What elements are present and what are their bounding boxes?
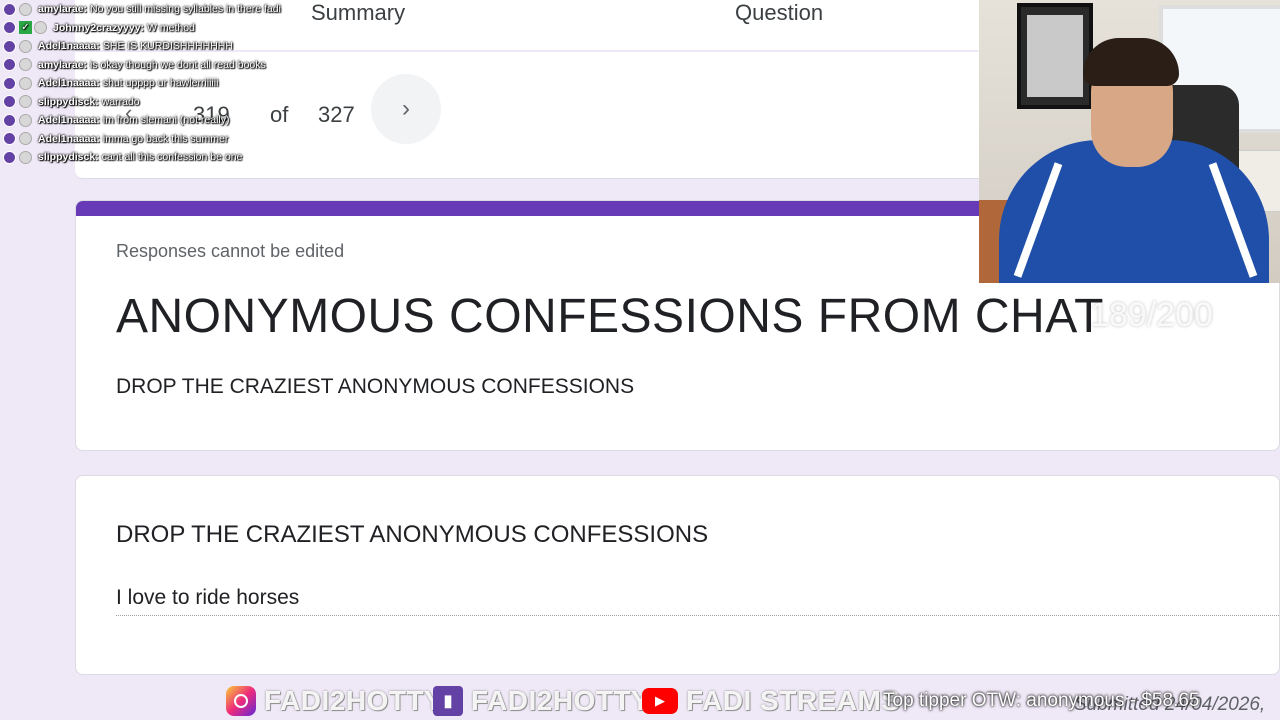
chat-username: slippydisck: [38, 151, 99, 164]
user-badge-icon [19, 95, 32, 109]
tab-summary[interactable]: Summary [311, 0, 405, 26]
twitch-badge-icon [3, 21, 16, 35]
form-title: ANONYMOUS CONFESSIONS FROM CHAT [116, 290, 1104, 343]
stream-chat-overlay: amylarae: No you still missing syllables… [0, 0, 320, 167]
chat-message: amylarae: No you still missing syllables… [0, 0, 320, 19]
youtube-name: FADI STREAMS [686, 685, 901, 716]
user-badge-icon [19, 39, 32, 53]
user-badge-icon [34, 21, 47, 35]
user-badge-icon [19, 2, 32, 16]
chat-username: Adel1naaaa: [38, 40, 100, 53]
twitch-badge-icon [3, 150, 16, 164]
chat-username: amylarae: [38, 3, 88, 16]
wall-poster [1017, 3, 1093, 109]
user-badge-icon [19, 58, 32, 72]
chat-text: is okay though we dont all read books [90, 58, 266, 71]
twitch-badge-icon [3, 76, 16, 90]
question-title: DROP THE CRAZIEST ANONYMOUS CONFESSIONS [116, 521, 709, 548]
instagram-handle: FADI2HOTTY [226, 685, 444, 716]
chat-username: Adel1naaaa: [38, 77, 100, 90]
chat-message: Adel1naaaa: imma go back this summer [0, 130, 320, 149]
chat-text: No you still missing syllables in there … [90, 3, 281, 16]
user-badge-icon [19, 150, 32, 164]
streamer-hair [1083, 38, 1179, 86]
instagram-icon [226, 686, 256, 716]
chat-text: im from slemani (not really) [102, 114, 230, 127]
twitch-badge-icon [3, 39, 16, 53]
chat-message: slippydisck: cant all this confession be… [0, 148, 320, 167]
user-badge-icon [19, 76, 32, 90]
total-responses: 327 [318, 102, 355, 127]
chat-username: amylarae: [38, 58, 88, 71]
chat-message: Adel1naaaa: im from slemani (not really) [0, 111, 320, 130]
chat-username: slippydisck: [38, 95, 99, 108]
chat-text: SHE IS KURDISHHHHHHH [102, 40, 233, 53]
chat-message: Adel1naaaa: shut upppp ur hawlerriiiiii [0, 74, 320, 93]
youtube-handle: ▶ FADI STREAMS [642, 685, 901, 716]
chat-message: Adel1naaaa: SHE IS KURDISHHHHHHH [0, 37, 320, 56]
answer-text: I love to ride horses [116, 586, 300, 609]
next-response-button[interactable]: › [371, 74, 441, 144]
chat-username: Adel1naaaa: [38, 114, 100, 127]
question-card: DROP THE CRAZIEST ANONYMOUS CONFESSIONS … [75, 475, 1280, 675]
twitch-badge-icon [3, 2, 16, 16]
twitch-name: FADI2HOTTY [471, 685, 651, 716]
user-badge-icon [19, 113, 32, 127]
chat-username: Johnny2crazyyyy: [53, 21, 145, 34]
chat-message: ✓ Johnny2crazyyyy: W method [0, 19, 320, 38]
verified-badge-icon: ✓ [19, 21, 32, 35]
twitch-badge-icon [3, 58, 16, 72]
chat-message: slippydisck: warrado [0, 93, 320, 112]
instagram-name: FADI2HOTTY [264, 685, 444, 716]
chevron-right-icon: › [402, 95, 410, 122]
chat-text: shut upppp ur hawlerriiiiii [102, 77, 219, 90]
twitch-handle: ▮ FADI2HOTTY [433, 685, 651, 716]
responses-locked-note: Responses cannot be edited [116, 241, 345, 261]
user-badge-icon [19, 132, 32, 146]
answer-underline [116, 615, 1280, 616]
chat-text: imma go back this summer [102, 132, 229, 145]
twitch-icon: ▮ [433, 686, 463, 716]
twitch-badge-icon [3, 113, 16, 127]
chat-text: warrado [101, 95, 140, 108]
chat-text: W method [147, 21, 195, 34]
top-tipper-ticker: Top tipper OTW: anonymous - $58.65 [883, 690, 1200, 711]
chat-text: cant all this confession be one [101, 151, 243, 164]
twitch-badge-icon [3, 132, 16, 146]
chat-message: amylarae: is okay though we dont all rea… [0, 56, 320, 75]
tab-question[interactable]: Question [735, 0, 823, 26]
webcam-feed [979, 0, 1280, 283]
form-description: DROP THE CRAZIEST ANONYMOUS CONFESSIONS [116, 375, 635, 398]
youtube-icon: ▶ [642, 688, 678, 714]
chat-username: Adel1naaaa: [38, 132, 100, 145]
twitch-badge-icon [3, 95, 16, 109]
goal-counter: 189/200 [1090, 296, 1213, 334]
